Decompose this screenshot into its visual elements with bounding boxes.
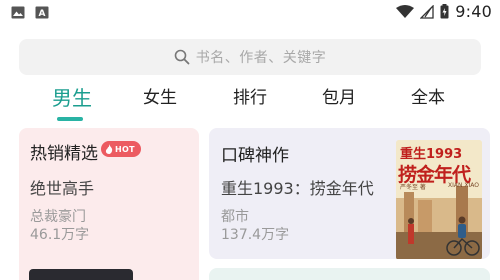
hot-badge: HOT	[101, 141, 141, 157]
search-icon	[174, 49, 190, 65]
active-tab-indicator	[57, 117, 83, 121]
book-category: 总裁豪门	[30, 209, 86, 225]
card-title: 热销精选	[30, 144, 98, 164]
tab-complete[interactable]: 全本	[411, 84, 445, 112]
search-placeholder: 书名、作者、关键字	[195, 50, 327, 66]
image-icon	[11, 6, 25, 19]
book-title[interactable]: 绝世高手	[30, 175, 94, 199]
book-category: 都市	[221, 209, 249, 225]
word-of-mouth-card[interactable]: 口碑神作 重生1993：捞金年代 都市 137.4万字 重生1993 捞金年代 …	[209, 128, 490, 259]
book-title[interactable]: 重生1993：捞金年代	[221, 175, 374, 199]
wifi-icon	[396, 4, 415, 18]
flame-icon	[105, 144, 113, 154]
status-bar: A 9:40	[0, 0, 500, 26]
tab-female[interactable]: 女生	[143, 84, 177, 112]
hot-sellers-card[interactable]: 热销精选 HOT 绝世高手 总裁豪门 46.1万字	[19, 128, 199, 280]
category-tabs: 男生 女生 排行 包月 全本	[0, 84, 500, 124]
tab-monthly[interactable]: 包月	[322, 84, 356, 112]
clock-time: 9:40	[455, 2, 492, 21]
tab-male[interactable]: 男生	[52, 84, 92, 112]
svg-text:A: A	[39, 9, 46, 19]
book-cover[interactable]: 重生1993 捞金年代 严冬至 著 XIAN XIAO	[396, 140, 482, 259]
search-bar[interactable]: 书名、作者、关键字	[19, 39, 481, 75]
tab-ranking[interactable]: 排行	[233, 84, 267, 112]
battery-icon	[440, 4, 449, 19]
signal-icon	[420, 4, 434, 19]
cover-publisher: XIAN XIAO	[448, 182, 479, 189]
book-word-count: 46.1万字	[30, 227, 90, 243]
recommendation-card[interactable]	[209, 268, 490, 280]
book-cover-thumbnail[interactable]	[29, 269, 133, 280]
hot-label: HOT	[115, 144, 135, 154]
text-icon: A	[35, 6, 49, 19]
cover-author: 严冬至 著	[400, 184, 426, 191]
card-title: 口碑神作	[221, 146, 289, 166]
book-word-count: 137.4万字	[221, 227, 290, 243]
